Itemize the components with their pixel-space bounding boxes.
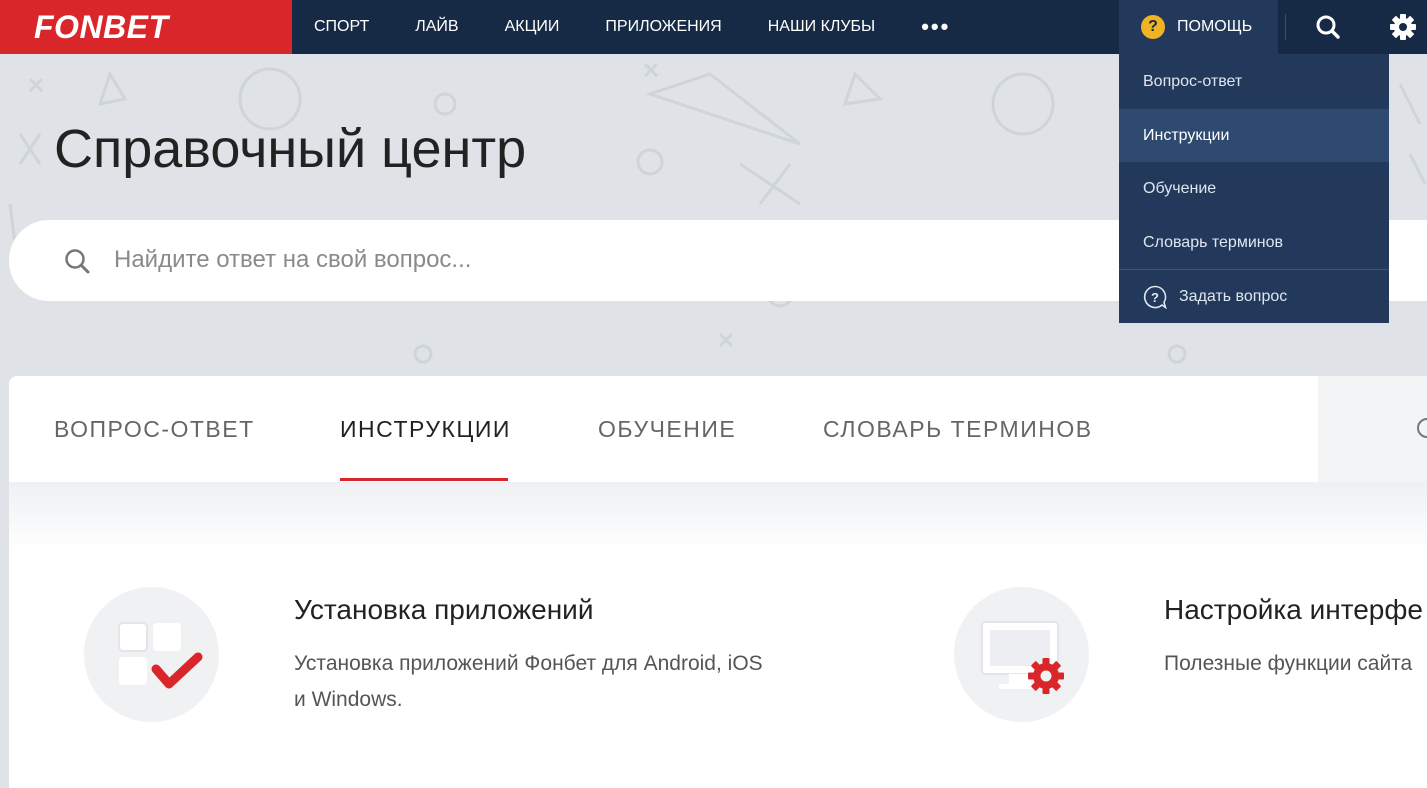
settings-gear-icon[interactable]: [1388, 12, 1418, 42]
ask-question-link[interactable]: ? Задать вопрос: [1119, 270, 1389, 323]
content-card: ВОПРОС-ОТВЕТ ИНСТРУКЦИИ ОБУЧЕНИЕ СЛОВАРЬ…: [9, 376, 1427, 788]
article-description: Полезные функции сайта: [1164, 646, 1412, 682]
dropdown-item-training[interactable]: Обучение: [1119, 162, 1389, 215]
help-menu-button[interactable]: ? ПОМОЩЬ: [1119, 0, 1278, 54]
article-desc-line1: Установка приложений Фонбет для Android,…: [294, 652, 763, 675]
monitor-gear-icon: [981, 621, 1064, 694]
tab-faq[interactable]: ВОПРОС-ОТВЕТ: [54, 416, 255, 443]
article-icon-interface[interactable]: [954, 587, 1089, 722]
apps-check-icon: [118, 622, 203, 689]
dropdown-item-instructions[interactable]: Инструкции: [1119, 109, 1389, 162]
question-bubble-icon: ?: [1143, 285, 1167, 309]
header-divider: [1285, 14, 1286, 40]
dropdown-item-faq[interactable]: Вопрос-ответ: [1119, 55, 1389, 108]
article-desc-line1: Полезные функции сайта: [1164, 652, 1413, 675]
category-tabs: ВОПРОС-ОТВЕТ ИНСТРУКЦИИ ОБУЧЕНИЕ СЛОВАРЬ…: [9, 376, 1318, 482]
tabs-shadow: [9, 482, 1427, 552]
nav-promotions[interactable]: АКЦИИ: [505, 18, 560, 36]
nav-sport[interactable]: СПОРТ: [314, 18, 369, 36]
nav-clubs[interactable]: НАШИ КЛУБЫ: [768, 18, 875, 36]
page-title: Справочный центр: [54, 119, 527, 179]
search-icon[interactable]: [1310, 12, 1346, 42]
help-dropdown-menu: Вопрос-ответ Инструкции Обучение Словарь…: [1119, 54, 1389, 323]
history-icon[interactable]: [1417, 418, 1427, 438]
help-label: ПОМОЩЬ: [1177, 18, 1253, 35]
tab-training[interactable]: ОБУЧЕНИЕ: [598, 416, 736, 443]
help-search-input[interactable]: [114, 240, 1014, 280]
help-question-icon: ?: [1141, 15, 1165, 39]
tab-instructions[interactable]: ИНСТРУКЦИИ: [340, 416, 511, 443]
dropdown-item-glossary[interactable]: Словарь терминов: [1119, 216, 1389, 269]
ask-question-label: Задать вопрос: [1179, 287, 1288, 305]
more-menu-icon[interactable]: •••: [921, 16, 950, 38]
search-icon: [65, 249, 90, 274]
main-nav: СПОРТ ЛАЙВ АКЦИИ ПРИЛОЖЕНИЯ НАШИ КЛУБЫ •…: [292, 0, 950, 54]
article-icon-apps[interactable]: [84, 587, 219, 722]
active-tab-indicator: [340, 478, 508, 481]
tab-glossary[interactable]: СЛОВАРЬ ТЕРМИНОВ: [823, 416, 1093, 443]
fonbet-logo[interactable]: FONBET: [0, 0, 292, 54]
nav-apps[interactable]: ПРИЛОЖЕНИЯ: [605, 18, 721, 36]
article-description: Установка приложений Фонбет для Android,…: [294, 646, 763, 718]
article-title[interactable]: Установка приложений: [294, 594, 593, 626]
logo-text: FONBET: [34, 8, 169, 45]
article-title[interactable]: Настройка интерфе: [1164, 594, 1423, 626]
nav-live[interactable]: ЛАЙВ: [415, 18, 458, 36]
article-desc-line2: и Windows.: [294, 688, 403, 711]
tabs-side-panel: [1318, 376, 1427, 482]
svg-text:?: ?: [1151, 290, 1159, 305]
